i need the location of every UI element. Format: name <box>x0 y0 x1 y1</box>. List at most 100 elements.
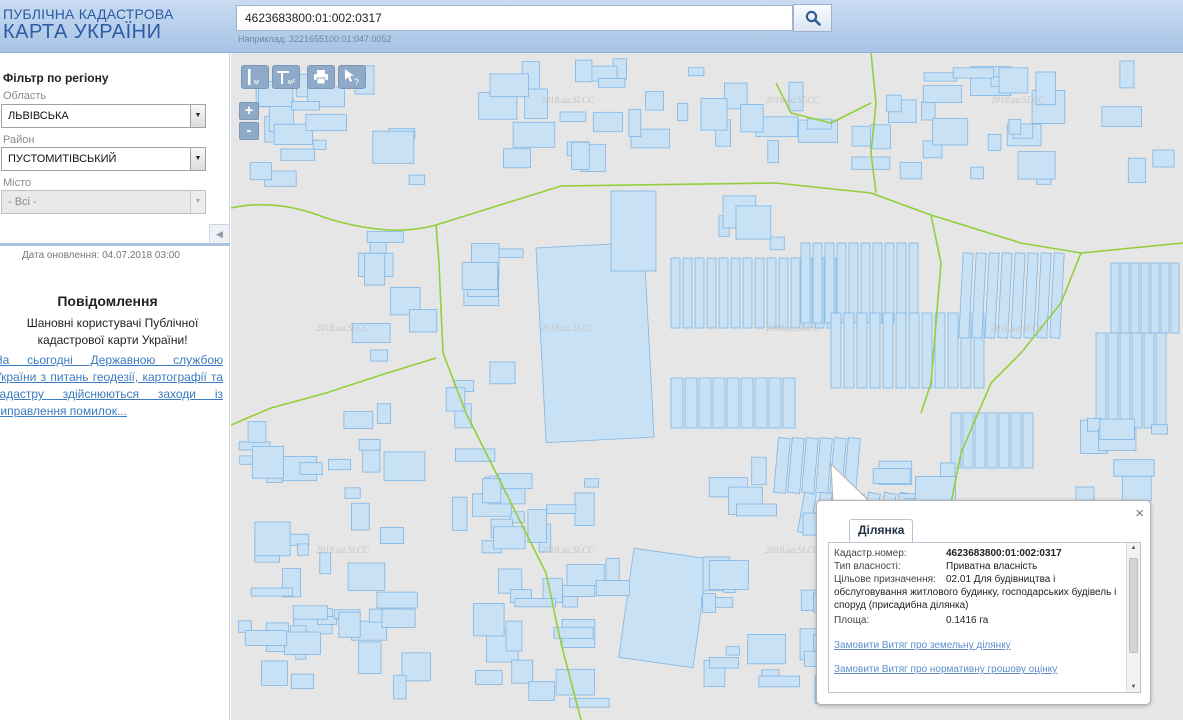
land-parcel[interactable] <box>1119 332 1131 429</box>
land-parcel[interactable] <box>1113 459 1155 477</box>
order-valuation-link[interactable]: Замовити Витяг про нормативну грошову оц… <box>834 664 1057 675</box>
order-extract-link[interactable]: Замовити Витяг про земельну ділянку <box>834 640 1011 651</box>
land-parcel[interactable] <box>247 421 267 443</box>
land-parcel[interactable] <box>344 487 361 499</box>
land-parcel[interactable] <box>319 552 332 575</box>
land-parcel[interactable] <box>754 257 765 329</box>
land-parcel[interactable] <box>343 411 374 430</box>
land-parcel[interactable] <box>1131 332 1143 429</box>
land-parcel[interactable] <box>555 668 595 696</box>
land-parcel[interactable] <box>1095 332 1107 429</box>
land-parcel[interactable] <box>364 252 386 286</box>
land-parcel[interactable] <box>251 445 284 479</box>
land-parcel[interactable] <box>1143 332 1155 429</box>
land-parcel[interactable] <box>503 148 531 169</box>
land-parcel[interactable] <box>947 312 959 389</box>
land-parcel[interactable] <box>1120 262 1130 334</box>
land-parcel[interactable] <box>684 377 698 429</box>
land-parcel[interactable] <box>836 242 847 324</box>
land-parcel[interactable] <box>921 312 933 389</box>
land-parcel[interactable] <box>682 257 693 329</box>
land-parcel[interactable] <box>998 67 1029 94</box>
land-parcel[interactable] <box>688 67 705 77</box>
search-button[interactable] <box>793 4 832 32</box>
land-parcel[interactable] <box>747 634 787 665</box>
land-parcel[interactable] <box>751 456 767 486</box>
land-parcel[interactable] <box>408 174 426 185</box>
land-parcel[interactable] <box>801 437 819 494</box>
land-parcel[interactable] <box>787 437 805 494</box>
land-parcel[interactable] <box>461 261 499 290</box>
land-parcel[interactable] <box>987 134 1002 151</box>
land-parcel[interactable] <box>498 473 533 490</box>
land-parcel[interactable] <box>618 547 709 669</box>
land-parcel[interactable] <box>338 611 361 638</box>
land-parcel[interactable] <box>1130 262 1140 334</box>
land-parcel[interactable] <box>292 605 328 620</box>
land-parcel[interactable] <box>923 72 957 82</box>
land-parcel[interactable] <box>254 521 291 557</box>
land-parcel[interactable] <box>376 403 392 424</box>
land-parcel[interactable] <box>493 526 526 550</box>
land-parcel[interactable] <box>895 312 907 389</box>
land-parcel[interactable] <box>702 593 716 613</box>
land-parcel[interactable] <box>758 675 800 688</box>
identify-button[interactable]: ? <box>338 65 366 89</box>
oblast-select[interactable]: ЛЬВІВСЬКА ▼ <box>1 104 206 128</box>
land-parcel[interactable] <box>962 412 974 469</box>
land-parcel[interactable] <box>445 387 466 412</box>
land-parcel[interactable] <box>872 467 911 485</box>
land-parcel[interactable] <box>742 257 753 329</box>
land-parcel[interactable] <box>872 242 883 324</box>
land-parcel[interactable] <box>328 458 352 471</box>
land-parcel[interactable] <box>559 111 587 122</box>
land-parcel[interactable] <box>305 113 347 132</box>
land-parcel[interactable] <box>280 148 316 161</box>
land-parcel[interactable] <box>735 503 777 517</box>
land-parcel[interactable] <box>628 108 642 137</box>
land-parcel[interactable] <box>562 585 596 597</box>
land-parcel[interactable] <box>1101 106 1142 127</box>
land-parcel[interactable] <box>610 190 657 272</box>
land-parcel[interactable] <box>505 620 523 652</box>
land-parcel[interactable] <box>843 312 855 389</box>
land-parcel[interactable] <box>754 377 768 429</box>
land-parcel[interactable] <box>694 257 705 329</box>
land-parcel[interactable] <box>511 659 534 684</box>
close-icon[interactable]: × <box>1135 505 1144 522</box>
collapse-sidebar-button[interactable]: ◀ <box>209 224 230 244</box>
land-parcel[interactable] <box>884 242 895 324</box>
land-parcel[interactable] <box>740 104 764 133</box>
land-parcel[interactable] <box>718 257 729 329</box>
land-parcel[interactable] <box>1119 60 1135 89</box>
land-parcel[interactable] <box>974 412 986 469</box>
land-parcel[interactable] <box>284 631 321 656</box>
land-parcel[interactable] <box>512 121 556 148</box>
land-parcel[interactable] <box>376 591 418 609</box>
popup-scrollbar[interactable]: ▲ ▼ <box>1126 543 1140 692</box>
land-parcel[interactable] <box>351 502 370 531</box>
land-parcel[interactable] <box>882 312 894 389</box>
land-parcel[interactable] <box>1121 472 1152 502</box>
tab-parcel[interactable]: Ділянка <box>849 519 914 542</box>
land-parcel[interactable] <box>812 242 823 324</box>
scroll-up-icon[interactable]: ▲ <box>1127 545 1140 551</box>
land-parcel[interactable] <box>730 257 741 329</box>
land-parcel[interactable] <box>1049 252 1065 339</box>
land-parcel[interactable] <box>261 660 288 686</box>
land-parcel[interactable] <box>574 492 595 526</box>
land-parcel[interactable] <box>358 439 381 451</box>
land-parcel[interactable] <box>1152 149 1175 168</box>
zoom-in-button[interactable]: + <box>239 102 259 120</box>
rayon-select[interactable]: ПУСТОМИТІВСЬКИЙ ▼ <box>1 147 206 171</box>
land-parcel[interactable] <box>535 241 655 444</box>
land-parcel[interactable] <box>312 139 327 150</box>
land-parcel[interactable] <box>408 309 438 333</box>
land-parcel[interactable] <box>645 91 665 111</box>
zoom-out-button[interactable]: - <box>239 122 259 140</box>
land-parcel[interactable] <box>1170 262 1180 334</box>
land-parcel[interactable] <box>297 543 309 556</box>
land-parcel[interactable] <box>244 630 288 646</box>
land-parcel[interactable] <box>1017 151 1056 180</box>
land-parcel[interactable] <box>952 67 994 79</box>
